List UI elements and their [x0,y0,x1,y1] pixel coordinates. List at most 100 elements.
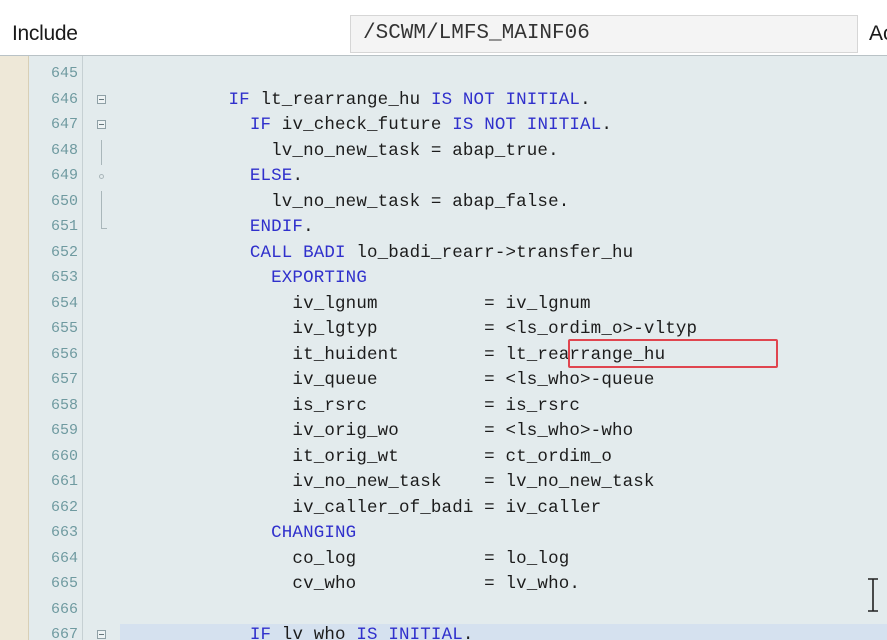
line-number: 647 [50,116,78,133]
code-line[interactable]: 657 iv_queue = <ls_who>-queue [0,369,887,395]
line-number: 661 [50,473,78,490]
code-line[interactable]: 652 CALL BADI lo_badi_rearr->transfer_hu [0,242,887,268]
keyword-token: IF [228,89,250,110]
line-number: 645 [50,65,78,82]
code-text: lv_no_new_task = abap_false. [122,192,569,212]
keyword-token: CALL BADI [249,242,346,263]
code-token: iv_orig_wo = <ls_who>-who [122,421,634,441]
code-line[interactable]: 654 iv_lgnum = iv_lgnum [0,293,887,319]
code-token: iv_no_new_task = lv_no_new_task [122,472,655,492]
line-number: 660 [50,447,78,465]
code-token: . [580,89,591,110]
code-line[interactable]: 661 iv_no_new_task = lv_no_new_task [0,471,887,497]
code-line[interactable]: 648 lv_no_new_task = abap_true. [0,139,887,165]
keyword-token: IF [249,115,272,135]
code-token: lv_who [271,625,357,640]
code-token: co_log = lo_log [122,548,570,569]
code-text: iv_queue = <ls_who>-queue [122,370,655,390]
code-text: it_orig_wt = ct_ordim_o [122,447,612,467]
editor-header: Include /SCWM/LMFS_MAINF06 Ac [0,0,887,56]
code-text: cv_who = lv_who. [122,574,580,594]
code-token: it_orig_wt = ct_ordim_o [122,446,612,467]
fold-end-marker [101,216,107,229]
code-line[interactable]: 664 co_log = lo_log [0,548,887,574]
keyword-token: IS NOT INITIAL [452,115,602,135]
code-token: cv_who = lv_who. [122,574,581,594]
line-number: 663 [50,524,78,541]
line-number: 662 [50,498,78,516]
fold-branch-marker [99,174,104,179]
line-number: 666 [50,600,78,618]
code-token: lv_no_new_task = abap_true. [122,140,559,161]
code-line[interactable]: 650 lv_no_new_task = abap_false. [0,190,887,216]
fold-toggle-icon[interactable] [97,94,106,104]
code-line[interactable]: 667 IF lv_who IS INITIAL. [0,624,887,640]
code-token: iv_check_future [271,115,453,135]
code-token: iv_lgtyp = <ls_ordim_o>-vltyp [122,319,698,339]
code-line[interactable]: 649 ELSE. [0,165,887,191]
code-text: CALL BADI lo_badi_rearr->transfer_hu [122,243,633,263]
code-token: . [303,217,314,237]
code-text: co_log = lo_log [122,549,569,569]
code-token: is_rsrc = is_rsrc [122,395,581,416]
line-number: 659 [50,422,78,439]
code-text: iv_no_new_task = lv_no_new_task [122,472,655,492]
code-text: lv_no_new_task = abap_true. [122,141,559,161]
code-line[interactable]: 665 cv_who = lv_who. [0,573,887,599]
fold-toggle-icon[interactable] [97,120,106,129]
line-number: 654 [50,294,78,312]
line-number: 651 [50,218,78,235]
code-text: ENDIF. [122,217,314,237]
code-token: . [462,625,474,640]
code-line[interactable]: 659 iv_orig_wo = <ls_who>-who [0,420,887,446]
code-line[interactable]: 646 IF lt_rearrange_hu IS NOT INITIAL. [0,89,887,115]
code-line[interactable]: 653 EXPORTING [0,267,887,293]
code-token: . [601,115,613,135]
code-token: lo_badi_rearr->transfer_hu [345,242,634,263]
code-editor[interactable]: 645 646 IF lt_rearrange_hu IS NOT INITIAL… [0,56,887,640]
line-number: 664 [50,549,78,567]
keyword-token: ELSE [249,166,293,186]
keyword-token: CHANGING [271,523,357,543]
code-token: iv_queue = <ls_who>-queue [122,370,655,390]
line-number: 658 [50,396,78,414]
line-number: 648 [50,141,78,159]
code-line[interactable]: 658 is_rsrc = is_rsrc [0,395,887,421]
line-number: 652 [50,243,78,261]
keyword-token: ENDIF [249,217,304,237]
keyword-token: EXPORTING [271,268,367,288]
code-token: iv_lgnum = iv_lgnum [122,293,591,314]
code-line[interactable]: 663 CHANGING [0,522,887,548]
code-line[interactable]: 666 [0,599,887,625]
code-line[interactable]: 662 iv_caller_of_badi = iv_caller [0,497,887,523]
keyword-token: IS NOT INITIAL [430,89,581,110]
code-token: iv_caller_of_badi = iv_caller [122,497,602,518]
code-token: . [292,166,304,186]
code-text: CHANGING [122,523,356,543]
line-number: 655 [50,320,78,337]
line-number: 653 [50,269,78,286]
code-text: is_rsrc = is_rsrc [122,396,580,416]
include-name-field[interactable]: /SCWM/LMFS_MAINF06 [350,15,858,53]
code-text: iv_lgtyp = <ls_ordim_o>-vltyp [122,319,697,339]
code-token: lv_no_new_task = abap_false. [122,191,570,212]
fold-guide-line [101,190,102,216]
code-line[interactable]: 660 it_orig_wt = ct_ordim_o [0,446,887,472]
code-text: iv_caller_of_badi = iv_caller [122,498,601,518]
code-line[interactable]: 645 [0,63,887,89]
fold-toggle-icon[interactable] [97,630,106,639]
code-text: ELSE. [122,166,303,186]
code-line[interactable]: 647 IF iv_check_future IS NOT INITIAL. [0,114,887,140]
code-line[interactable]: 651 ENDIF. [0,216,887,242]
code-text: EXPORTING [122,268,367,288]
code-text: IF lv_who IS INITIAL. [122,625,474,640]
line-number: 656 [50,345,78,363]
line-number: 657 [50,371,78,388]
